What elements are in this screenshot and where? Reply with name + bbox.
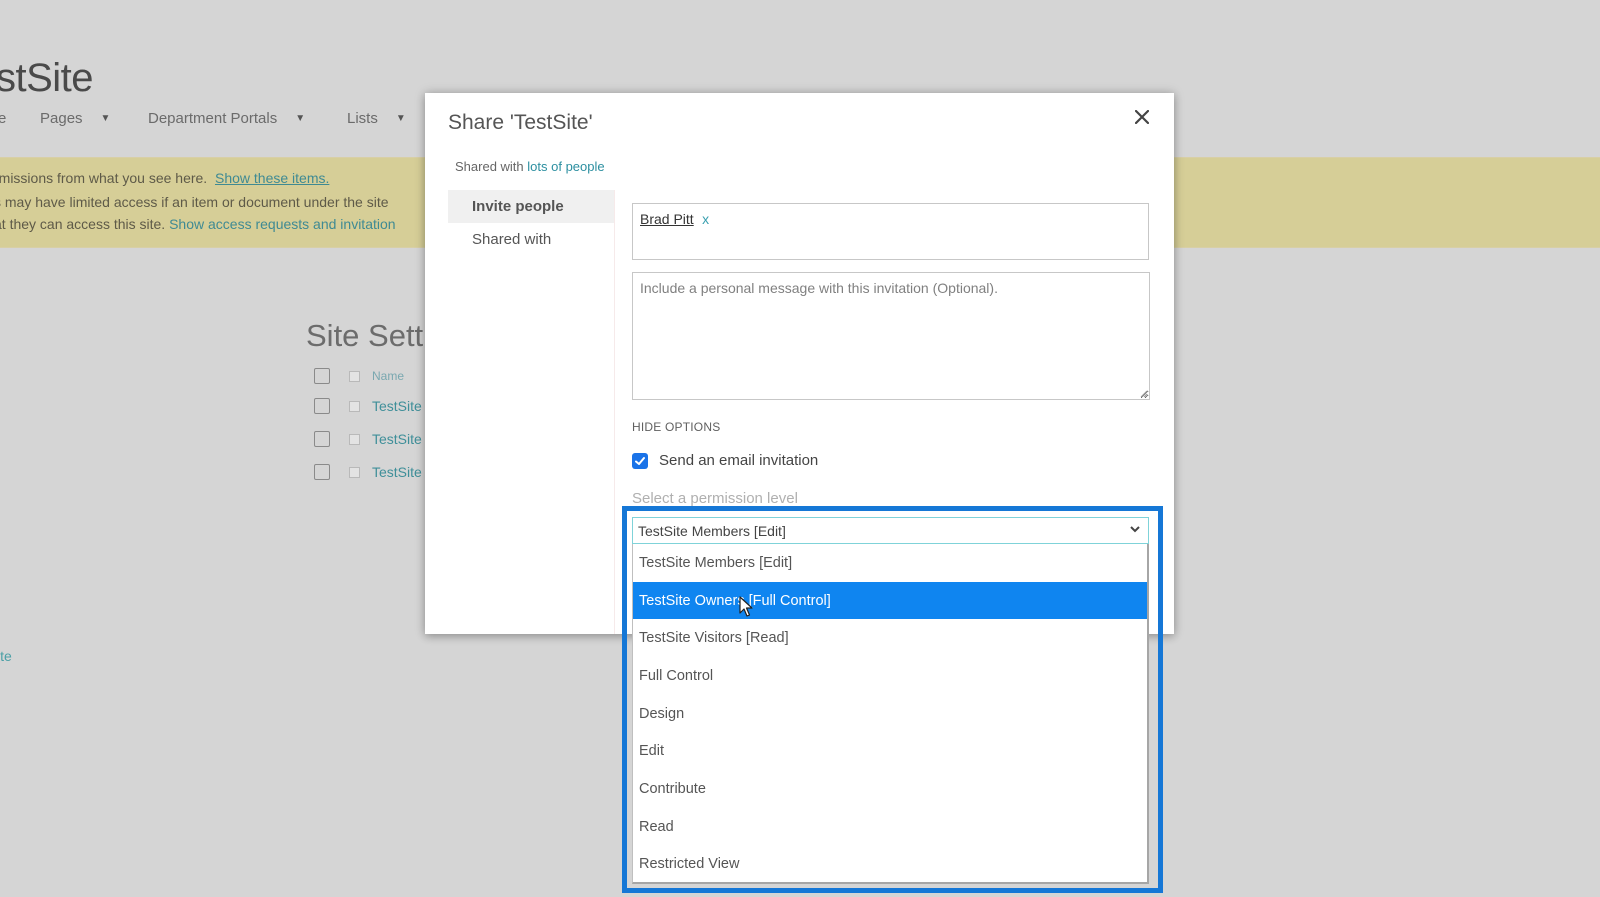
option-full-control[interactable]: Full Control <box>633 657 1147 695</box>
tab-invite-people[interactable]: Invite people <box>448 190 614 223</box>
option-edit[interactable]: Edit <box>633 732 1147 770</box>
permission-level-select[interactable]: TestSite Members [Edit] <box>632 517 1149 544</box>
option-restricted-view[interactable]: Restricted View <box>633 846 1147 884</box>
site-settings-title: Site Sett <box>306 318 424 353</box>
option-read[interactable]: Read <box>633 808 1147 846</box>
side-tabs: Invite people Shared with <box>448 190 614 256</box>
item-checkbox[interactable] <box>349 466 360 478</box>
banner-line-2: s may have limited access if an item or … <box>0 194 389 210</box>
remove-person-button[interactable]: x <box>702 211 709 227</box>
show-these-items-link[interactable]: Show these items. <box>215 170 329 186</box>
nav-item-home[interactable]: e <box>0 110 6 127</box>
item-checkbox[interactable] <box>349 433 360 445</box>
table-row: TestSite <box>314 431 422 447</box>
people-picker-input[interactable]: Brad Pitt x <box>632 203 1149 260</box>
dialog-title: Share 'TestSite' <box>448 111 593 134</box>
option-testsite-visitors[interactable]: TestSite Visitors [Read] <box>633 619 1147 657</box>
tab-shared-with[interactable]: Shared with <box>448 223 614 256</box>
row-link[interactable]: TestSite <box>372 431 422 447</box>
row-checkbox[interactable] <box>314 398 330 414</box>
column-header-name[interactable]: Name <box>372 369 404 383</box>
select-all-checkbox[interactable] <box>314 368 330 384</box>
permission-options-list: TestSite Members [Edit] TestSite Owners … <box>632 544 1149 884</box>
send-email-checkbox-row[interactable]: Send an email invitation <box>632 452 818 469</box>
item-checkbox[interactable] <box>349 400 360 412</box>
send-email-checkbox[interactable] <box>632 452 648 469</box>
hide-options-link[interactable]: HIDE OPTIONS <box>632 420 720 434</box>
row-checkbox[interactable] <box>314 431 330 447</box>
row-link[interactable]: TestSite <box>372 464 422 480</box>
option-contribute[interactable]: Contribute <box>633 770 1147 808</box>
mouse-cursor-icon <box>739 596 753 617</box>
caret-down-icon: ▼ <box>395 112 406 124</box>
nav-item-pages[interactable]: Pages ▼ <box>40 110 110 127</box>
close-icon <box>1135 110 1149 124</box>
shared-with-summary: Shared with lots of people <box>455 159 605 174</box>
header-item-checkbox[interactable] <box>349 370 360 382</box>
personal-message-textarea[interactable] <box>632 272 1150 400</box>
nav-item-lists[interactable]: Lists ▼ <box>347 110 406 127</box>
site-title: stSite <box>0 56 94 100</box>
table-header-row: Name <box>314 368 404 384</box>
banner-line-1: rmissions from what you see here. Show t… <box>0 170 330 186</box>
nav-item-department-portals[interactable]: Department Portals ▼ <box>148 110 305 127</box>
lots-of-people-link[interactable]: lots of people <box>527 159 604 174</box>
banner-line-3: at they can access this site. Show acces… <box>0 216 396 232</box>
table-row: TestSite <box>314 464 422 480</box>
option-testsite-owners[interactable]: TestSite Owners [Full Control] <box>633 581 1147 620</box>
tabs-divider <box>614 190 615 634</box>
left-nav-link[interactable]: ite <box>0 648 12 664</box>
row-link[interactable]: TestSite <box>372 398 422 414</box>
send-email-label: Send an email invitation <box>659 452 819 469</box>
show-access-requests-link[interactable]: Show access requests and invitation <box>169 216 395 232</box>
caret-down-icon: ▼ <box>100 112 111 124</box>
option-testsite-members[interactable]: TestSite Members [Edit] <box>633 544 1147 582</box>
row-checkbox[interactable] <box>314 464 330 480</box>
option-design[interactable]: Design <box>633 695 1147 733</box>
table-row: TestSite <box>314 398 422 414</box>
chevron-down-icon <box>1130 526 1140 533</box>
permission-level-label: Select a permission level <box>632 490 798 507</box>
checkmark-icon <box>635 456 645 465</box>
resize-grip-icon[interactable] <box>1138 388 1148 398</box>
caret-down-icon: ▼ <box>295 112 306 124</box>
person-token[interactable]: Brad Pitt <box>640 211 694 227</box>
permission-select-value: TestSite Members [Edit] <box>638 522 786 539</box>
close-button[interactable] <box>1130 105 1154 129</box>
